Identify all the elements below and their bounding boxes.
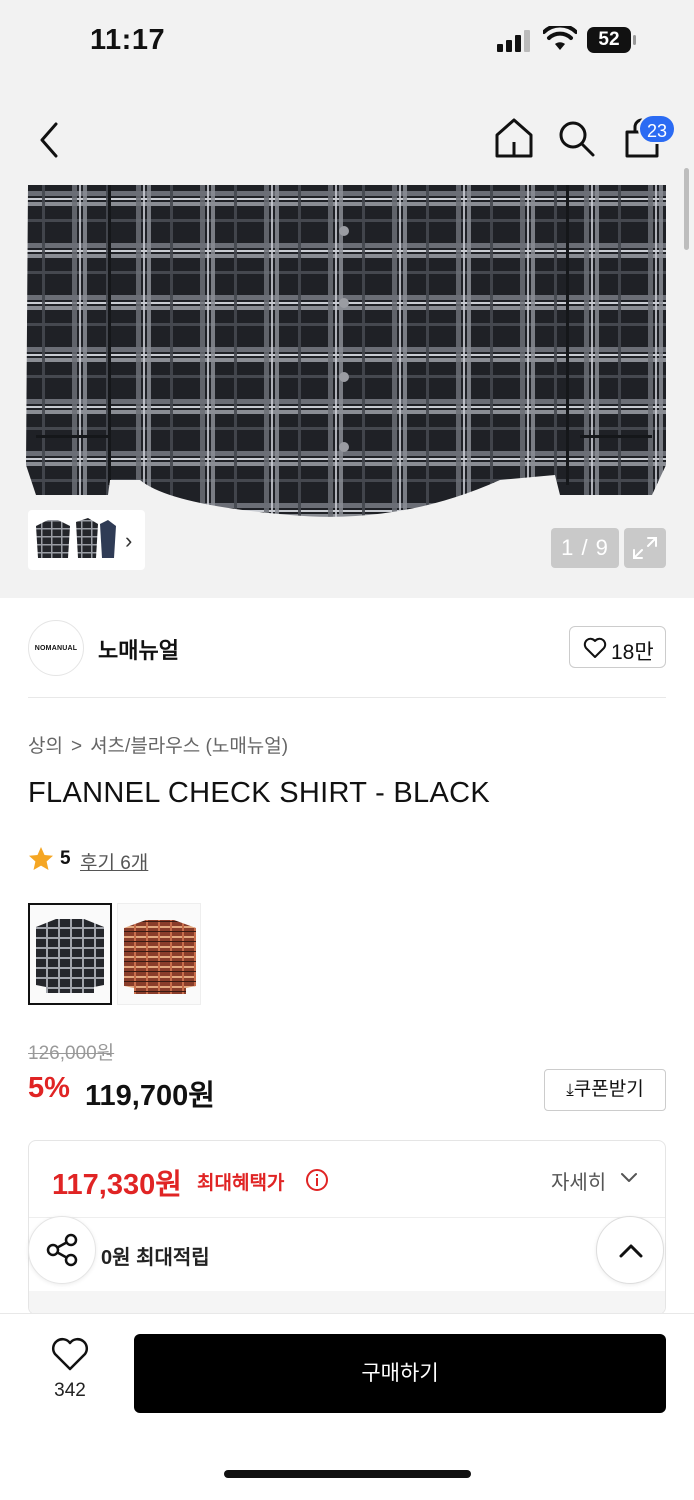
page-scrollbar[interactable] — [684, 168, 689, 250]
share-icon — [46, 1233, 78, 1267]
original-price: 126,000원 — [28, 1043, 115, 1064]
breadcrumb-subcategory[interactable]: 셔츠/블라우스 (노매뉴얼) — [90, 736, 288, 757]
brand-like-button[interactable]: 18만 — [569, 626, 666, 668]
search-icon[interactable] — [556, 118, 596, 158]
max-benefit-price: 117,330원 — [52, 1169, 182, 1201]
rating-score: 5 — [60, 848, 71, 869]
coupon-label: 쿠폰받기 — [573, 1079, 644, 1100]
breadcrumb: 상의 > 셔츠/블라우스 (노매뉴얼) — [28, 731, 288, 758]
status-bar: 11:17 52 — [0, 0, 694, 90]
back-chevron-icon[interactable] — [32, 120, 68, 160]
color-option-brown[interactable] — [117, 903, 201, 1005]
cart-count-badge: 23 — [638, 114, 676, 144]
expand-icon[interactable] — [624, 528, 666, 568]
max-benefit-label: 최대혜택가 — [197, 1173, 285, 1194]
home-icon[interactable] — [493, 116, 535, 160]
discount-rate: 5% — [28, 1072, 70, 1104]
coupon-download-button[interactable]: ⤓쿠폰받기 — [544, 1069, 666, 1111]
brown-shirt-thumbnail — [124, 920, 196, 994]
black-shirt-thumbnail — [36, 919, 104, 993]
breadcrumb-separator: > — [70, 736, 83, 757]
max-points-text: 0원 최대적립 — [101, 1247, 210, 1269]
wifi-icon — [543, 26, 577, 50]
download-icon: ⤓ — [566, 1080, 574, 1099]
product-title: FLANNEL CHECK SHIRT - BLACK — [28, 777, 491, 809]
nav-header — [0, 90, 694, 185]
brand-logo[interactable]: NOMANUAL — [28, 620, 84, 676]
brand-like-count: 18만 — [611, 641, 654, 664]
benefit-card-footer — [29, 1291, 665, 1314]
sale-price: 119,700원 — [85, 1080, 215, 1112]
home-indicator[interactable] — [224, 1470, 471, 1478]
cellular-signal-icon — [497, 30, 530, 52]
color-option-black[interactable] — [28, 903, 112, 1005]
benefit-card: 117,330원 최대혜택가 자세히 0원 최대적립 — [28, 1140, 666, 1315]
battery-icon: 52 — [587, 27, 637, 53]
breadcrumb-category[interactable]: 상의 — [28, 736, 63, 757]
divider — [28, 697, 666, 698]
product-like-button[interactable]: 342 — [28, 1335, 112, 1413]
review-count-link[interactable]: 후기 6개 — [80, 848, 148, 875]
info-icon[interactable] — [305, 1168, 329, 1192]
heart-outline-icon — [583, 637, 607, 658]
status-time: 11:17 — [90, 24, 166, 56]
share-button[interactable] — [28, 1216, 96, 1284]
star-icon — [29, 847, 53, 870]
buy-button[interactable]: 구매하기 — [134, 1334, 666, 1413]
benefit-detail-toggle[interactable]: 자세히 — [551, 1166, 606, 1195]
product-like-count: 342 — [54, 1380, 86, 1401]
divider — [29, 1217, 665, 1218]
image-counter: 1 / 9 — [551, 528, 619, 568]
thumbnail-next-chevron-icon[interactable]: › — [125, 528, 132, 554]
heart-outline-icon — [52, 1338, 88, 1371]
scroll-top-button[interactable] — [596, 1216, 664, 1284]
battery-level: 52 — [598, 29, 620, 50]
chevron-down-icon[interactable] — [619, 1171, 639, 1185]
brand-row[interactable]: NOMANUAL 노매뉴얼 18만 — [28, 618, 666, 676]
chevron-up-icon — [619, 1244, 643, 1258]
brand-name[interactable]: 노매뉴얼 — [98, 633, 179, 665]
